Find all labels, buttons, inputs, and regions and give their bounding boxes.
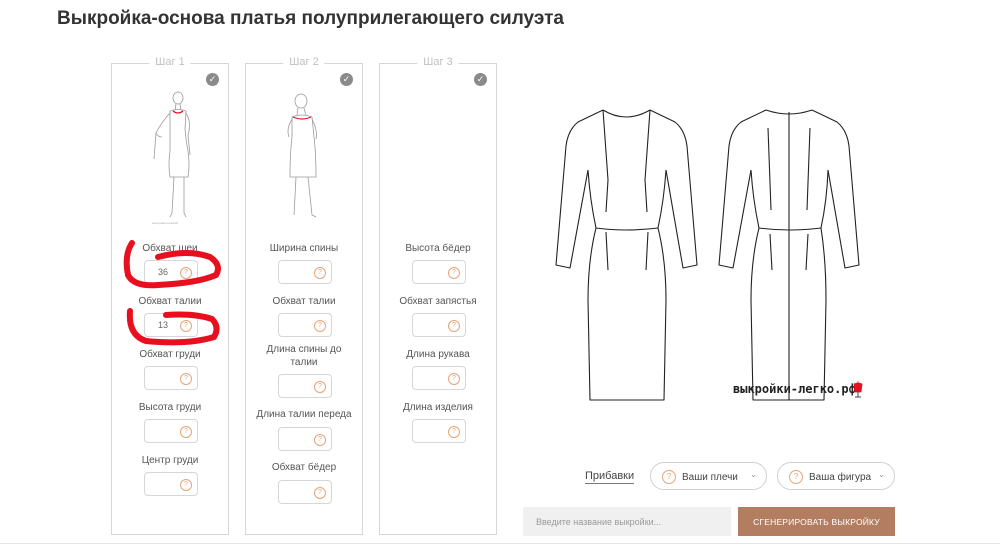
figure-dropdown[interactable]: ? Ваша фигура ⌄ [777,462,895,490]
front-waist-length-input[interactable]: ? [278,427,332,451]
field-label-hip-height: Высота бёдер [405,243,471,254]
sleeve-length-input[interactable]: ? [412,366,466,390]
question-circle-icon[interactable]: ? [180,373,192,385]
waist-input-step2[interactable]: ? [278,313,332,337]
step-3-card: Шаг 3 ✓ Высота бёдер ? Обхват запястья ?… [379,56,497,535]
question-circle-icon[interactable]: ? [314,320,326,332]
generate-pattern-button[interactable]: СГЕНЕРИРОВАТЬ ВЫКРОЙКУ [738,507,895,536]
question-circle-icon[interactable]: ? [789,470,803,484]
field-label-hips: Обхват бёдер [271,462,337,473]
field-label-bust-center: Центр груди [141,455,199,466]
chevron-down-icon: ⌄ [878,470,885,479]
field-value: 13 [158,320,169,330]
figure-label: Ваша фигура [809,472,872,483]
field-label-front-waist-length: Длина талии переда [256,409,352,420]
figure-front-sketch: www.pattern-sketch [152,91,191,225]
step-2-label: Шаг 2 [283,56,325,68]
field-label-neck: Обхват шеи [142,243,198,254]
bust-center-input[interactable]: ? [144,472,198,496]
step-1-label: Шаг 1 [149,56,191,68]
figure-back-sketch [287,93,317,218]
garment-length-input[interactable]: ? [412,419,466,443]
question-circle-icon[interactable]: ? [314,267,326,279]
bust-height-input[interactable]: ? [144,419,198,443]
question-circle-icon[interactable]: ? [314,381,326,393]
field-label-chest: Обхват груди [139,349,201,360]
question-circle-icon[interactable]: ? [180,426,192,438]
check-circle-icon: ✓ [474,73,487,86]
wrist-input[interactable]: ? [412,313,466,337]
allowances-link[interactable]: Прибавки [585,470,635,484]
field-label-sleeve-length: Длина рукава [406,349,470,360]
pattern-name-input[interactable] [523,507,731,536]
waist-input-step1[interactable]: 13 ? [144,313,198,337]
watermark-text: выкройки-легко.рф [733,382,856,396]
back-length-input[interactable]: ? [278,374,332,398]
question-circle-icon[interactable]: ? [180,320,192,332]
field-label-bust-height: Высота груди [138,402,202,413]
question-circle-icon[interactable]: ? [448,320,460,332]
shoulders-dropdown[interactable]: ? Ваши плечи ⌄ [650,462,767,490]
question-circle-icon[interactable]: ? [448,373,460,385]
question-circle-icon[interactable]: ? [314,434,326,446]
chest-input[interactable]: ? [144,366,198,390]
question-circle-icon[interactable]: ? [180,479,192,491]
bottom-divider [0,543,1000,544]
dress-form-icon [853,381,863,398]
step-2-card: Шаг 2 ✓ Ширина спины ? Обхват талии ? Дл… [245,56,363,535]
question-circle-icon[interactable]: ? [448,426,460,438]
svg-text:www.pattern-sketch: www.pattern-sketch [152,221,179,225]
check-circle-icon: ✓ [340,73,353,86]
field-label-waist-1: Обхват талии [138,296,202,307]
question-circle-icon[interactable]: ? [662,470,676,484]
step-3-label: Шаг 3 [417,56,459,68]
shoulders-label: Ваши плечи [682,472,738,483]
field-label-wrist: Обхват запястья [399,296,477,307]
chevron-down-icon: ⌄ [750,470,757,479]
check-circle-icon: ✓ [206,73,219,86]
hips-input[interactable]: ? [278,480,332,504]
hip-height-input[interactable]: ? [412,260,466,284]
field-label-back-width: Ширина спины [269,243,339,254]
question-circle-icon[interactable]: ? [448,267,460,279]
neck-input[interactable]: 36 ? [144,260,198,284]
back-width-input[interactable]: ? [278,260,332,284]
field-value: 36 [158,267,169,277]
question-circle-icon[interactable]: ? [180,267,192,279]
dress-preview [555,109,860,401]
field-label-waist-2: Обхват талии [272,296,336,307]
step-1-card: Шаг 1 ✓ www.pattern-sketch Обхват шеи 36… [111,56,229,535]
question-circle-icon[interactable]: ? [314,487,326,499]
page-title: Выкройка-основа платья полуприлегающего … [57,8,564,29]
field-label-back-length: Длина спины до талии [266,344,342,368]
field-label-garment-length: Длина изделия [403,402,473,413]
